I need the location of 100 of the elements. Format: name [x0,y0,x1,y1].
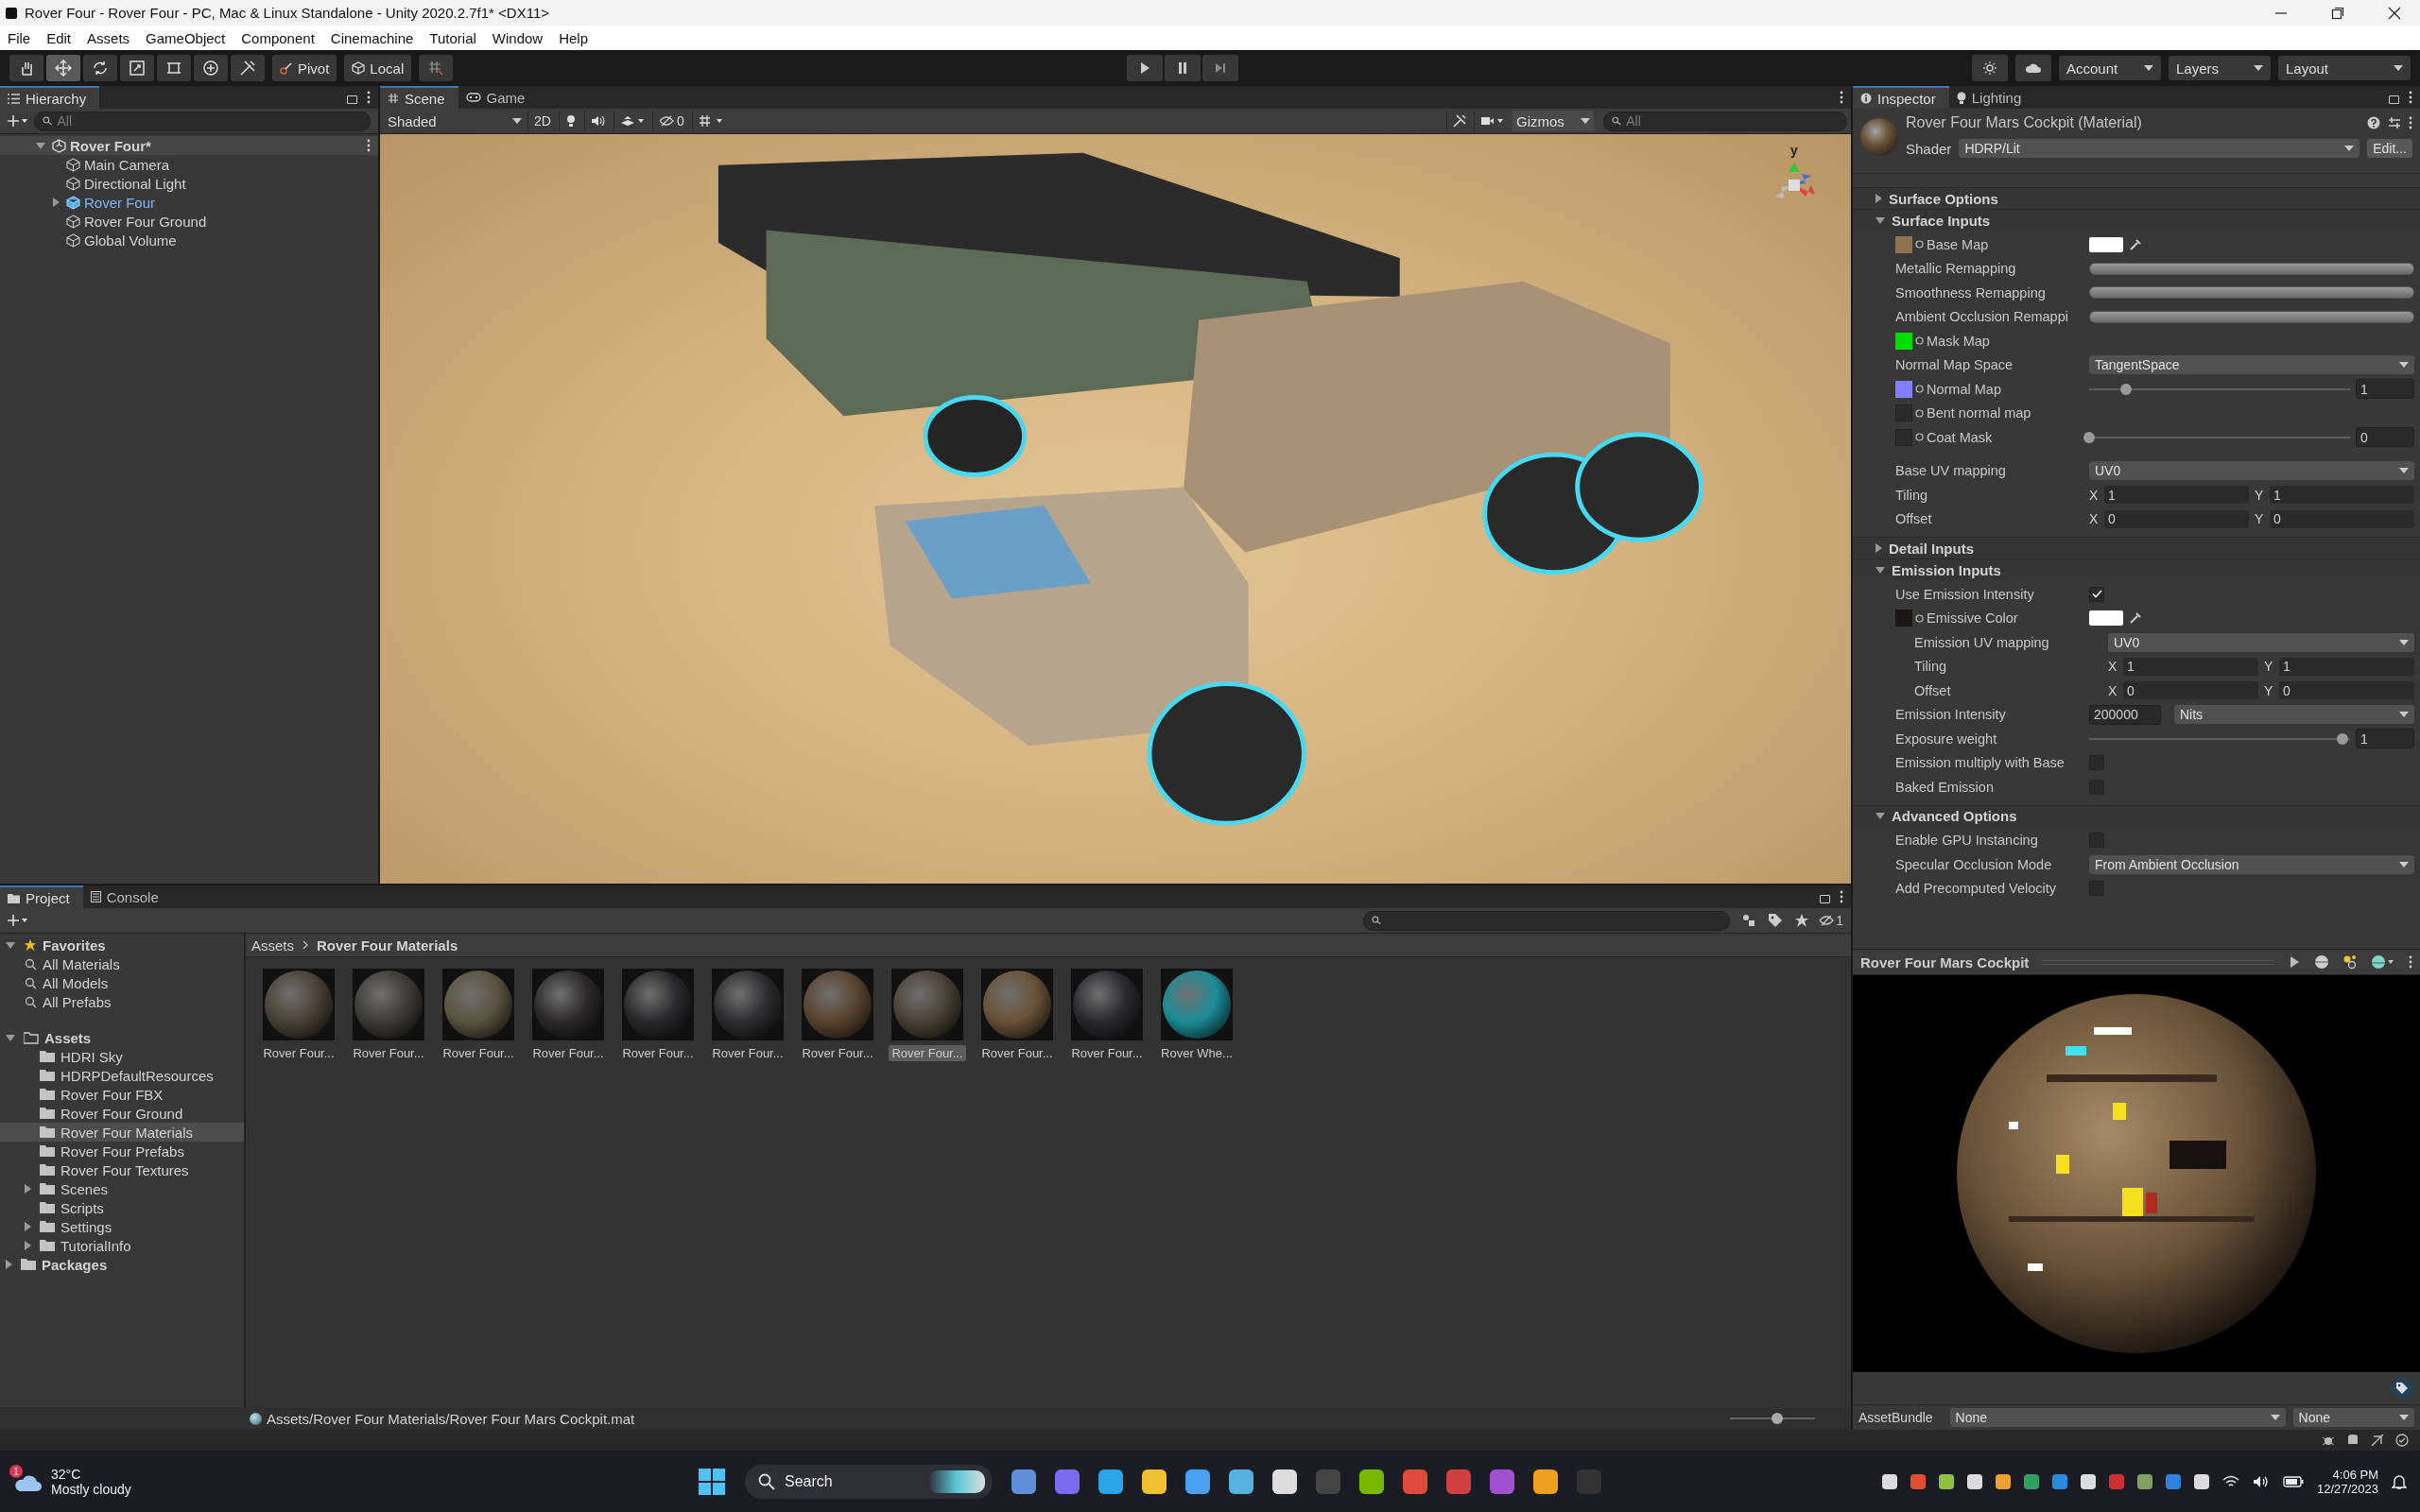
lighting-button[interactable] [1972,55,2008,81]
search-field[interactable]: All [1603,111,1847,131]
more-icon[interactable] [2409,116,2412,129]
play-icon[interactable] [2288,955,2301,969]
asset-label[interactable]: Rover Four... [1068,1045,1146,1061]
tray-icon[interactable] [1995,1473,2011,1489]
local-button[interactable]: Local [344,55,412,81]
expand-arrow-icon[interactable] [6,1034,15,1041]
number-field[interactable]: 1 [2356,729,2414,749]
maximize-icon[interactable] [2331,6,2344,20]
menu-item[interactable]: GameObject [146,29,226,46]
number-field[interactable]: 0 [2123,681,2258,700]
transform-tool-button[interactable] [194,55,228,81]
pivot-button[interactable]: Pivot [272,55,337,81]
expand-arrow-icon[interactable] [1876,566,1885,574]
panel-tab[interactable]: Project [0,885,83,908]
expand-arrow-icon[interactable] [36,142,45,149]
cloud-button[interactable] [2015,55,2051,81]
add-icon[interactable] [8,914,28,927]
texture-thumbnail[interactable] [1895,380,1912,398]
object-picker-icon[interactable] [1915,408,1924,418]
app-icon[interactable] [1142,1469,1167,1494]
folder-row[interactable]: Rover Four Textures [0,1160,244,1179]
color-field[interactable] [2089,610,2123,627]
panel-tab[interactable]: Inspector [1853,86,1949,109]
asset-label[interactable]: Rover Four... [529,1045,607,1061]
object-picker-icon[interactable] [1915,385,1924,394]
folder-row[interactable]: Scenes [0,1179,244,1198]
asset-label[interactable]: Rover Four... [440,1045,517,1061]
number-field[interactable]: 0 [2270,509,2414,528]
number-field[interactable]: 200000 [2089,704,2161,725]
gizmos-dropdown[interactable]: Gizmos [1512,111,1594,131]
asset-label[interactable]: Rover Four... [799,1045,876,1061]
checkbox[interactable] [2089,586,2104,602]
hierarchy-item[interactable]: Global Volume [84,232,177,249]
rect-tool-button[interactable] [157,55,191,81]
more-icon[interactable] [2409,955,2412,969]
move-tool-button[interactable] [46,55,80,81]
weather-condition[interactable]: Mostly cloudy [51,1481,131,1497]
tray-icon[interactable] [2080,1473,2096,1489]
folder-row[interactable]: TutorialInfo [0,1236,244,1255]
menu-item[interactable]: Cinemachine [330,29,414,46]
expand-arrow-icon[interactable] [25,1184,31,1194]
temperature-text[interactable]: 32°C [51,1466,131,1482]
add-icon[interactable] [8,114,28,128]
asset-label[interactable]: Rover Four... [260,1045,337,1061]
rotate-tool-button[interactable] [83,55,117,81]
hierarchy-tab[interactable]: Hierarchy [0,86,100,109]
folder-row[interactable]: HDRI Sky [0,1047,244,1066]
asset-label[interactable]: Rover Four... [350,1045,427,1061]
sphere-icon[interactable] [2314,954,2329,970]
folder-row[interactable]: Settings [0,1217,244,1236]
dropdown[interactable]: UV0 [2108,632,2414,652]
app-icon[interactable] [1185,1469,1210,1494]
app-icon[interactable] [1359,1469,1384,1494]
folder-item[interactable]: Assets [44,1029,92,1046]
hidden-packages-toggle[interactable]: 1 [1815,913,1843,928]
texture-thumbnail[interactable] [1895,235,1912,253]
app-icon[interactable] [1272,1469,1297,1494]
object-picker-icon[interactable] [1915,613,1924,623]
step-button[interactable] [1202,55,1238,81]
texture-thumbnail[interactable] [1895,332,1912,350]
folder-row[interactable]: Rover Four Prefabs [0,1142,244,1160]
number-field[interactable]: 1 [2279,657,2414,676]
dropdown[interactable]: TangentSpace [2089,355,2414,375]
dropdown[interactable]: UV0 [2089,461,2414,481]
section-header[interactable]: Surface Inputs [1892,212,1991,229]
menu-item[interactable]: Window [492,29,544,46]
number-field[interactable]: 1 [2356,379,2414,400]
label-button[interactable] [2392,1378,2412,1399]
folder-row[interactable]: Rover Four FBX [0,1085,244,1104]
search-input[interactable]: All [1626,113,1839,129]
close-icon[interactable] [2388,6,2401,20]
app-icon[interactable] [1229,1469,1253,1494]
scene-viewport[interactable]: y [380,134,1851,884]
asset-label[interactable]: Rover Four... [889,1045,966,1061]
layout-dropdown[interactable]: Layout [2278,56,2411,80]
breadcrumb-link[interactable]: Rover Four Materials [317,936,458,954]
asset-label[interactable]: Rover Four... [978,1045,1056,1061]
expand-arrow-icon[interactable] [6,1260,12,1269]
wifi-icon[interactable] [2221,1474,2239,1488]
expand-arrow-icon[interactable] [53,198,60,207]
tag-icon[interactable] [1768,913,1784,928]
color-field[interactable] [2089,236,2123,252]
hand-tool-button[interactable] [9,55,43,81]
preset-icon[interactable] [2388,116,2401,129]
battery-icon[interactable] [2282,1475,2304,1487]
windows-start-icon[interactable] [698,1467,726,1496]
number-field[interactable]: 0 [2279,681,2414,700]
breadcrumb-link[interactable]: Assets [251,936,294,954]
eyedropper-icon[interactable] [2129,611,2142,626]
section-header[interactable]: Surface Options [1889,190,1998,207]
folder-item[interactable]: Packages [42,1256,108,1273]
taskbar-search[interactable]: Search [745,1464,993,1499]
tray-icon[interactable] [1938,1473,1954,1489]
number-field[interactable]: 1 [2123,657,2258,676]
slider-thumb[interactable] [2119,383,2132,395]
section-header[interactable]: Advanced Options [1892,808,2017,824]
panel-tab[interactable]: Lighting [1948,86,2035,109]
favorite-item[interactable]: All Materials [43,955,120,972]
